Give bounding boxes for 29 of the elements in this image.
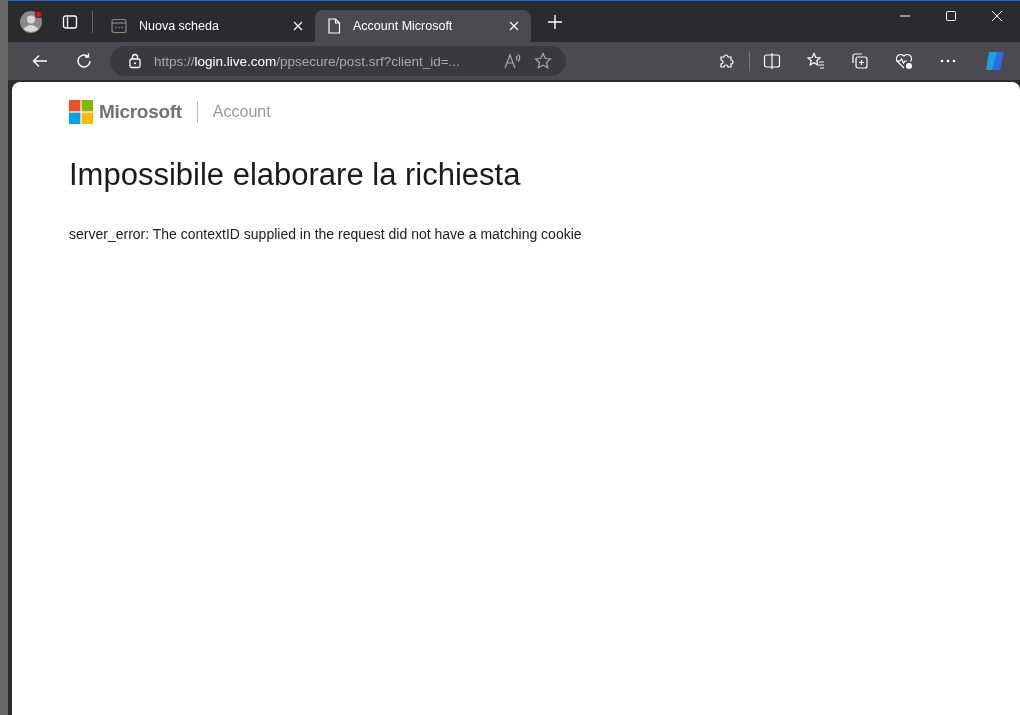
split-screen-icon[interactable] xyxy=(763,52,781,70)
close-icon[interactable] xyxy=(991,10,1003,22)
tab-actions-icon[interactable] xyxy=(62,14,78,30)
brand-name: Microsoft xyxy=(99,101,182,123)
collections-icon[interactable] xyxy=(851,52,869,70)
error-message: server_error: The contextID supplied in the request did not have a matching cookie xyxy=(69,226,583,242)
favorites-icon[interactable] xyxy=(807,52,825,70)
new-tab-icon[interactable] xyxy=(547,14,563,30)
copilot-icon[interactable] xyxy=(983,49,1007,73)
maximize-icon[interactable] xyxy=(945,10,957,22)
lock-icon[interactable] xyxy=(128,53,142,69)
puzzle-icon[interactable] xyxy=(718,52,736,70)
refresh-icon[interactable] xyxy=(75,52,93,70)
read-aloud-icon[interactable] xyxy=(504,53,522,69)
close-tab-icon[interactable] xyxy=(509,21,519,31)
profile-avatar[interactable] xyxy=(20,11,42,33)
microsoft-logo-icon xyxy=(69,100,93,124)
error-heading: Impossibile elaborare la richiesta xyxy=(69,157,522,193)
section-title: Account xyxy=(212,103,271,121)
back-icon[interactable] xyxy=(31,52,49,70)
document-icon xyxy=(327,18,341,34)
heart-pulse-icon[interactable] xyxy=(895,52,913,70)
address-bar[interactable]: https://login.live.com/ppsecure/post.srf?client_id=... xyxy=(110,46,566,76)
browser-tab[interactable]: Account Microsoft xyxy=(315,10,531,42)
browser-tab[interactable]: Nuova scheda xyxy=(99,10,315,42)
close-tab-icon[interactable] xyxy=(293,21,303,31)
url-text[interactable]: https://login.live.com/ppsecure/post.srf?client_id=... xyxy=(154,53,460,69)
new-tab-page-icon xyxy=(111,18,127,34)
star-icon[interactable] xyxy=(534,52,552,70)
